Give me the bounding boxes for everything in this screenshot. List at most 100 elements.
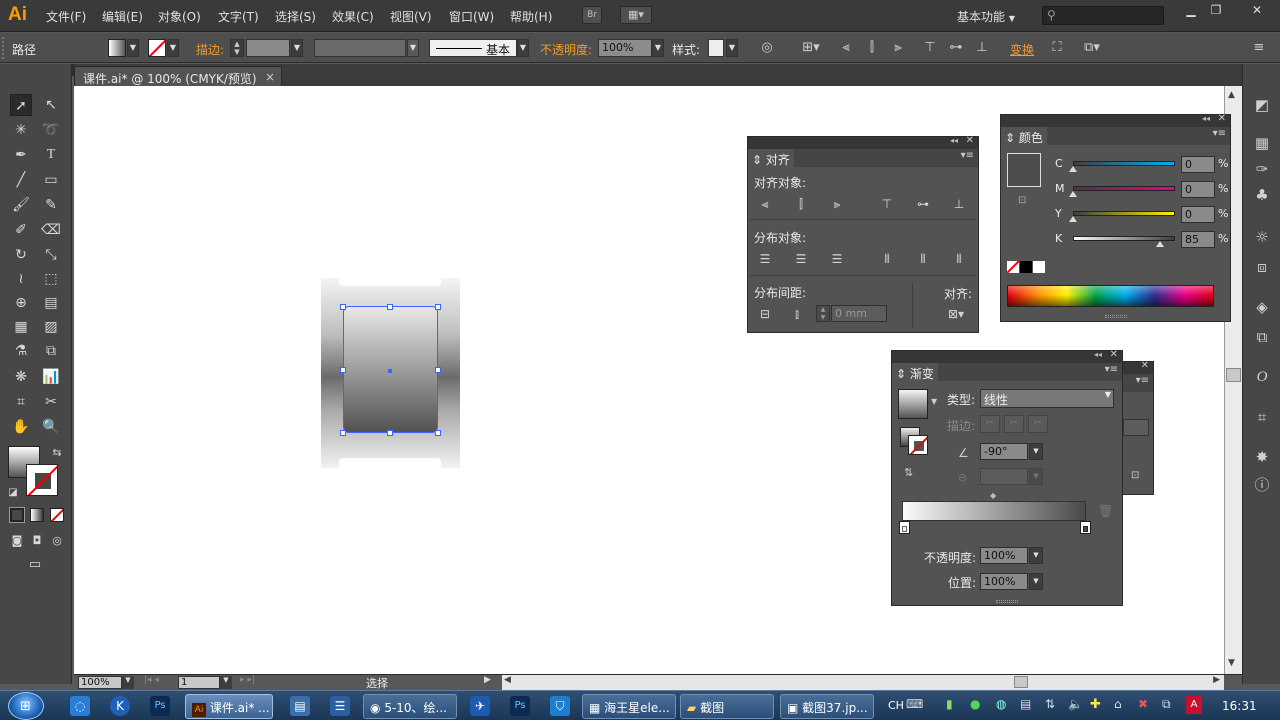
- close-icon[interactable]: ✕: [1110, 349, 1118, 360]
- graphic-styles-icon[interactable]: ⧈: [1251, 256, 1273, 278]
- minimize-icon[interactable]: ▁: [1178, 3, 1204, 19]
- slider-thumb[interactable]: [1069, 166, 1077, 172]
- slider-thumb[interactable]: [1069, 216, 1077, 222]
- panel-menu-icon[interactable]: ≡: [1250, 40, 1268, 55]
- recolor-artwork-icon[interactable]: ◎: [758, 40, 776, 55]
- selection-handle[interactable]: [340, 304, 346, 310]
- menu-file[interactable]: 文件(F): [46, 8, 86, 25]
- rectangle-tool-icon[interactable]: ▭: [40, 169, 62, 191]
- align-to-icon[interactable]: ⊞▾: [798, 40, 824, 55]
- menu-select[interactable]: 选择(S): [275, 8, 316, 25]
- brushes-icon[interactable]: ✑: [1251, 158, 1273, 180]
- tray-icon[interactable]: ✖: [1138, 697, 1148, 711]
- horizontal-scrollbar[interactable]: ◀ ▶: [502, 675, 1224, 690]
- arrange-documents-button[interactable]: ▦▾: [620, 6, 652, 24]
- distribute-bottom-icon[interactable]: ☰: [828, 250, 846, 268]
- draw-behind-icon[interactable]: ◘: [26, 530, 48, 552]
- screen-mode-icon[interactable]: ▭: [24, 554, 46, 576]
- blend-tool-icon[interactable]: ⧉: [40, 340, 62, 362]
- align-right-icon[interactable]: ⫸: [890, 40, 906, 55]
- language-indicator[interactable]: CH: [888, 699, 904, 712]
- collapse-icon[interactable]: ◂◂: [950, 136, 958, 145]
- panel-menu-icon[interactable]: ▾≡: [961, 150, 974, 161]
- first-artboard-icon[interactable]: |◂ ◂: [144, 675, 159, 685]
- free-transform-tool-icon[interactable]: ⬚: [40, 268, 62, 290]
- list-icon[interactable]: ☰: [330, 696, 350, 716]
- scale-tool-icon[interactable]: ⤡: [40, 244, 62, 266]
- spacing-input[interactable]: 0 mm: [831, 305, 887, 322]
- draw-normal-icon[interactable]: ◙: [6, 530, 28, 552]
- new-icon[interactable]: ⊡: [1131, 470, 1139, 481]
- tool-icon[interactable]: ✈: [470, 696, 490, 716]
- direct-selection-tool-icon[interactable]: ↖: [40, 94, 62, 116]
- photoshop-icon[interactable]: Ps: [510, 696, 530, 716]
- file-icon[interactable]: ▤: [290, 696, 310, 716]
- appearance-icon[interactable]: ☼: [1251, 226, 1273, 248]
- taskbar-item-folder[interactable]: ▰ 截图: [680, 694, 774, 719]
- align-panel-tab[interactable]: ⇕ 对齐: [748, 149, 794, 167]
- eyedropper-tool-icon[interactable]: ⚗: [10, 340, 32, 362]
- chevron-down-icon[interactable]: ▼: [291, 39, 303, 57]
- selection-handle[interactable]: [340, 367, 346, 373]
- chevron-down-icon[interactable]: ▼: [517, 39, 529, 57]
- chevron-down-icon[interactable]: ▼: [127, 39, 139, 57]
- close-icon[interactable]: ✕: [1141, 360, 1149, 371]
- selection-handle[interactable]: [435, 430, 441, 436]
- acrobat-icon[interactable]: A: [1186, 696, 1202, 714]
- scroll-down-icon[interactable]: ▼: [1228, 658, 1235, 668]
- column-graph-tool-icon[interactable]: 📊: [40, 366, 62, 388]
- rotate-tool-icon[interactable]: ↻: [10, 244, 32, 266]
- selection-handle[interactable]: [435, 304, 441, 310]
- symbol-sprayer-tool-icon[interactable]: ❋: [10, 366, 32, 388]
- menu-edit[interactable]: 编辑(E): [102, 8, 143, 25]
- scroll-left-icon[interactable]: ◀: [504, 675, 511, 685]
- volume-icon[interactable]: 🔈: [1068, 697, 1083, 711]
- selection-tool-icon[interactable]: ➚: [10, 94, 32, 116]
- magic-wand-tool-icon[interactable]: ✳: [10, 119, 32, 141]
- tray-icon[interactable]: ⌂: [1114, 697, 1122, 711]
- swap-colors-icon[interactable]: ⇆: [46, 442, 68, 464]
- taskbar-item-image[interactable]: ▣ 截图37.jp...: [780, 694, 874, 719]
- selection-handle[interactable]: [387, 430, 393, 436]
- taskbar-item-excel[interactable]: ▦ 海王星ele...: [582, 694, 676, 719]
- color-panel-tab[interactable]: ⇕ 颜色: [1001, 127, 1047, 145]
- transform-icon[interactable]: ⌗: [1251, 406, 1273, 428]
- distribute-right-icon[interactable]: ⫴: [950, 250, 968, 268]
- angle-input[interactable]: -90°: [980, 443, 1028, 460]
- stop-location-input[interactable]: 100%: [980, 573, 1028, 590]
- opacity-label[interactable]: 不透明度:: [540, 41, 592, 58]
- layers-icon[interactable]: ◈: [1251, 296, 1273, 318]
- warp-tool-icon[interactable]: ≀: [10, 268, 32, 290]
- slider-thumb[interactable]: [1155, 241, 1164, 247]
- selection-handle[interactable]: [435, 367, 441, 373]
- stroke-weight-stepper[interactable]: ▲ ▼: [230, 39, 244, 57]
- align-top-icon[interactable]: ⊤: [922, 40, 938, 55]
- info-icon[interactable]: ⓘ: [1251, 474, 1273, 496]
- tray-icon[interactable]: ✚: [1090, 697, 1101, 712]
- symbols-icon[interactable]: ♣: [1251, 184, 1273, 206]
- tray-icon[interactable]: ◍: [996, 697, 1006, 711]
- gradient-panel-tab[interactable]: ⇕ 渐变: [892, 363, 938, 381]
- close-icon[interactable]: ✕: [966, 135, 974, 146]
- wechat-icon[interactable]: ●: [970, 697, 980, 711]
- document-tab[interactable]: 课件.ai* @ 100% (CMYK/预览) ×: [74, 66, 282, 86]
- stroke-weight-field[interactable]: [246, 39, 290, 57]
- gradient-stop-start[interactable]: [899, 521, 910, 534]
- swatches-icon[interactable]: ▦: [1251, 132, 1273, 154]
- align-to-dropdown-icon[interactable]: ⊠▾: [942, 305, 970, 323]
- pencil-tool-icon[interactable]: ✎: [40, 194, 62, 216]
- gradient-slider[interactable]: [902, 501, 1086, 521]
- menu-effect[interactable]: 效果(C): [332, 8, 374, 25]
- channel-slider[interactable]: [1073, 211, 1175, 216]
- mesh-tool-icon[interactable]: ▦: [10, 316, 32, 338]
- scroll-thumb[interactable]: [1014, 676, 1028, 688]
- start-button[interactable]: ⊞: [8, 692, 44, 720]
- graphic-style-swatch[interactable]: [708, 39, 724, 57]
- slider-thumb[interactable]: [1069, 191, 1077, 197]
- resize-grip[interactable]: [1105, 315, 1127, 318]
- fill-swatch[interactable]: [108, 39, 126, 57]
- chevron-down-icon[interactable]: ▼: [1029, 547, 1043, 564]
- gradient-preview-swatch[interactable]: [898, 389, 928, 419]
- stop-opacity-input[interactable]: 100%: [980, 547, 1028, 564]
- tray-icon[interactable]: ⧉: [1162, 697, 1171, 712]
